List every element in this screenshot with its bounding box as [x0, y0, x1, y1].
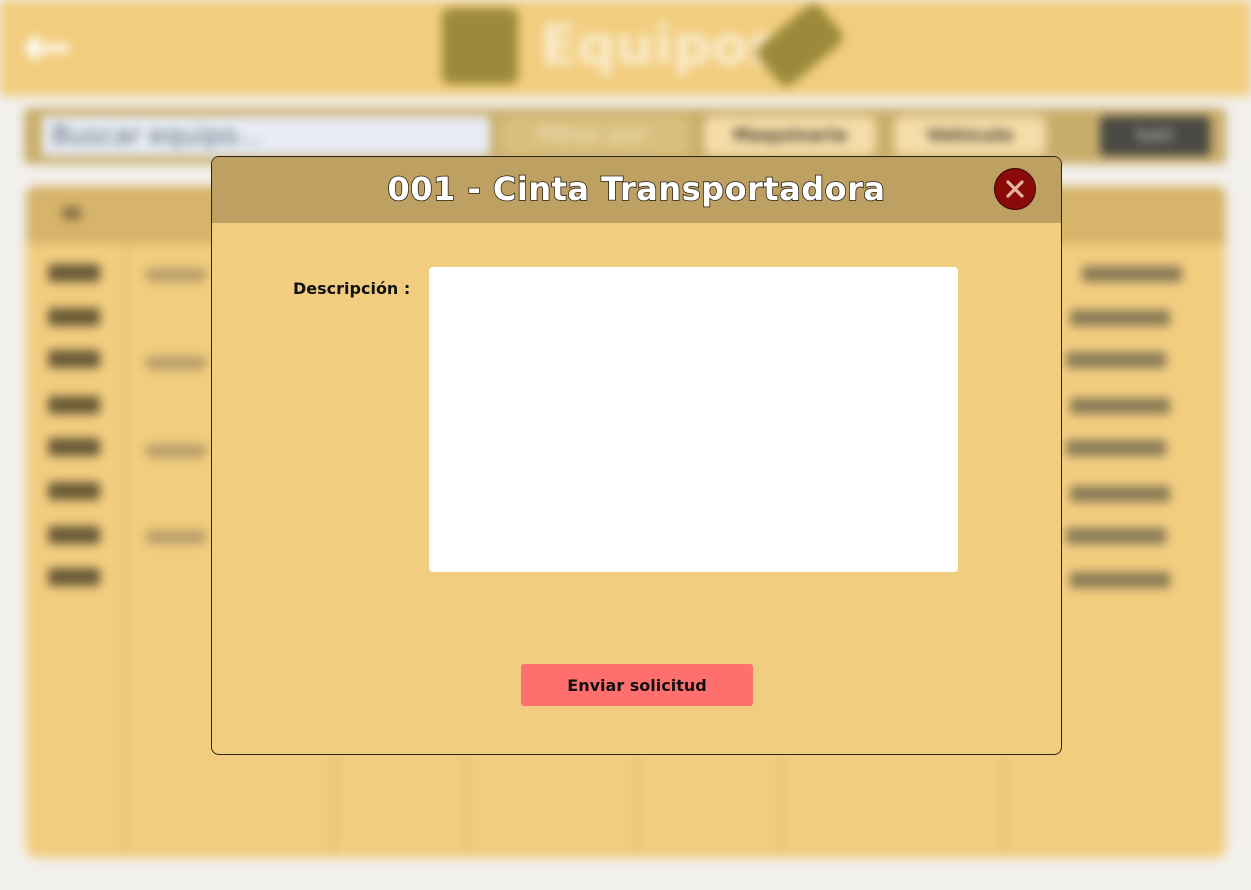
table-cell-date [1070, 398, 1170, 414]
modal-title: 001 - Cinta Transportadora [387, 169, 886, 209]
table-cell-name [146, 268, 206, 282]
table-cell-id [48, 482, 100, 500]
exit-button[interactable]: Salir [1100, 116, 1210, 156]
close-button[interactable] [994, 168, 1036, 210]
table-cell-date [1082, 266, 1182, 282]
close-x-icon [1006, 180, 1024, 198]
column-divider [124, 246, 127, 856]
table-cell-date [1066, 440, 1166, 456]
table-cell-date [1070, 572, 1170, 588]
table-cell-date [1070, 486, 1170, 502]
table-cell-date [1066, 352, 1166, 368]
table-cell-id [48, 308, 100, 326]
filter-label: Filtrar por: [500, 116, 690, 156]
arrow-left-icon[interactable]: ← [22, 17, 92, 77]
table-cell-id [48, 396, 100, 414]
table-cell-id [48, 526, 100, 544]
table-cell-id [48, 264, 100, 282]
request-modal: 001 - Cinta Transportadora Descripción :… [211, 156, 1062, 755]
column-header-id: ID [62, 204, 82, 223]
table-cell-id [48, 568, 100, 586]
search-input[interactable]: Buscar equipo... [42, 116, 490, 156]
app-header: ← Equipos [0, 0, 1251, 96]
table-cell-id [48, 350, 100, 368]
folder-icon [442, 8, 518, 84]
table-cell-name [146, 530, 206, 544]
table-cell-name [146, 444, 206, 458]
description-textarea[interactable] [429, 267, 958, 572]
description-label: Descripción : [293, 279, 411, 298]
table-cell-date [1066, 528, 1166, 544]
table-cell-date [1070, 310, 1170, 326]
filter-chip-vehiculo[interactable]: Vehículo [894, 116, 1046, 156]
filter-chip-maquinaria[interactable]: Maquinaria [704, 116, 876, 156]
page-title: Equipos [540, 14, 781, 77]
table-cell-name [146, 356, 206, 370]
table-cell-id [48, 438, 100, 456]
submit-request-button[interactable]: Enviar solicitud [521, 664, 753, 706]
